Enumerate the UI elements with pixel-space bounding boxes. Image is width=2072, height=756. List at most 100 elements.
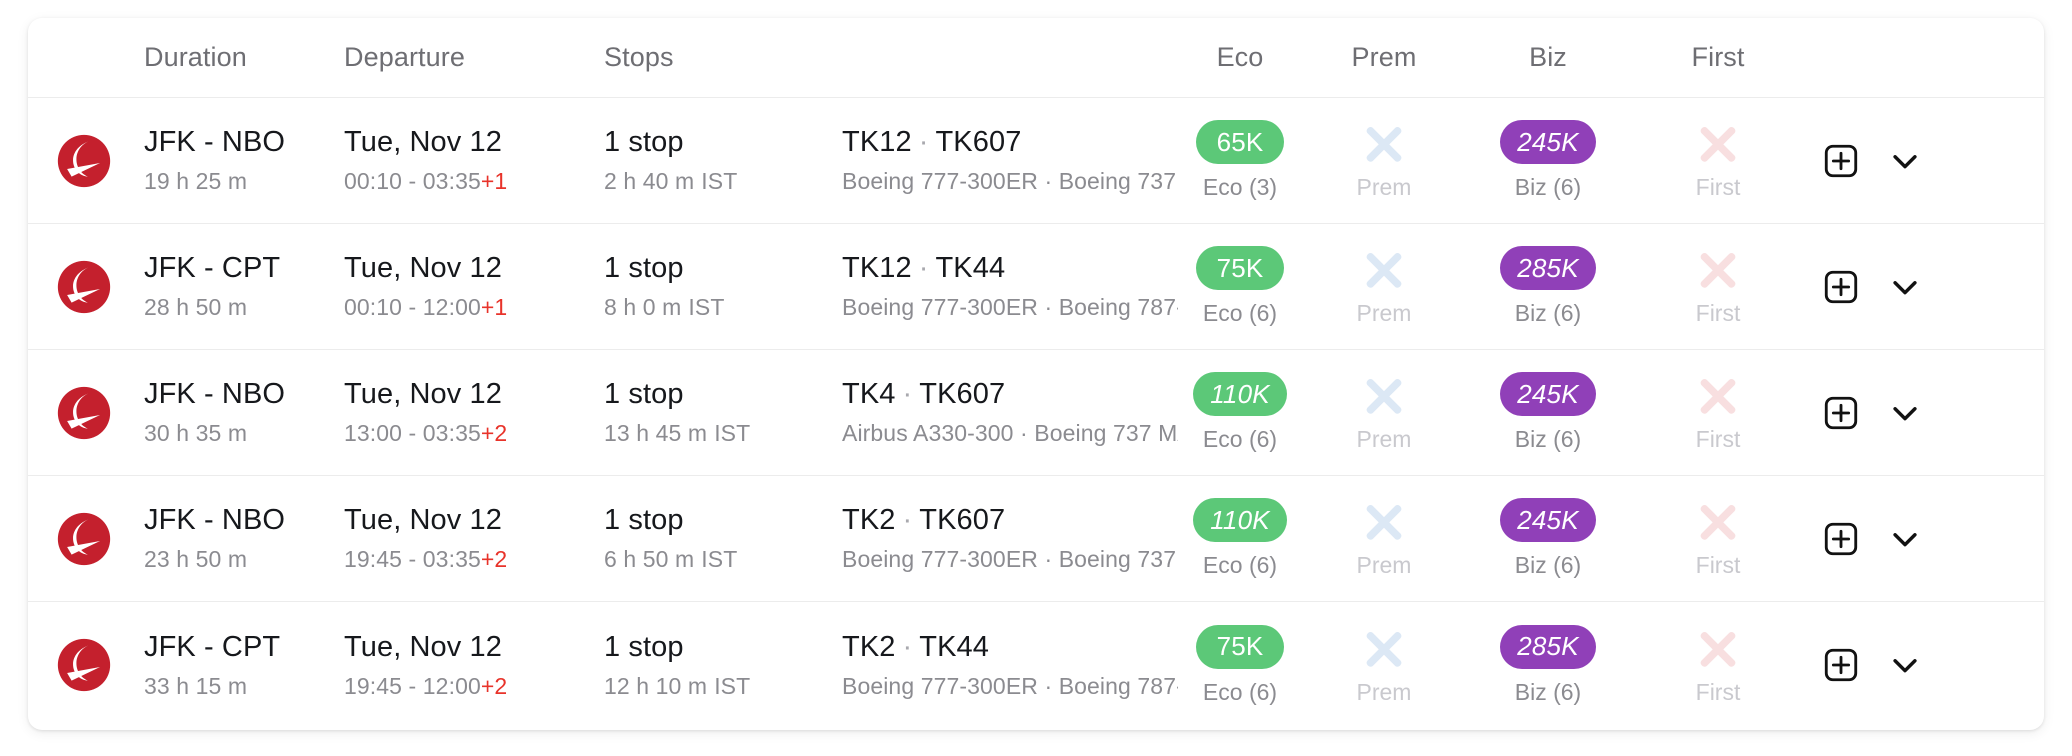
x-icon [1696,498,1740,542]
fare-eco-points: 65K [1196,120,1284,164]
layover-info: 13 h 45 m IST [604,420,751,446]
plus-square-icon [1824,396,1858,430]
header-biz[interactable]: Biz [1466,42,1630,73]
table-row[interactable]: JFK - NBO 30 h 35 m Tue, Nov 12 13:00 - … [28,350,2044,476]
fare-prem: Prem [1302,625,1466,706]
route: JFK - NBO [144,378,286,410]
departure-date: Tue, Nov 12 [344,630,502,663]
add-to-compare-button[interactable] [1824,144,1858,178]
dot-separator: · [902,630,913,663]
chevron-down-icon [1888,648,1922,682]
add-to-compare-button[interactable] [1824,648,1858,682]
header-prem[interactable]: Prem [1302,42,1466,73]
aircraft-types: Airbus A330-300 · Boeing 737 MAX [842,420,1178,446]
fare-biz[interactable]: 285K Biz (6) [1466,624,1630,706]
layover-airport: IST [714,420,751,446]
table-row[interactable]: JFK - CPT 33 h 15 m Tue, Nov 12 19:45 - … [28,602,2044,728]
fare-prem: Prem [1302,120,1466,201]
x-icon [1362,372,1406,416]
turkish-airlines-logo [57,134,111,188]
x-icon [1362,498,1406,542]
dot-separator: · [902,378,913,410]
header-duration[interactable]: Duration [144,42,344,73]
layover-airport: IST [714,672,751,699]
airline-logo-cell [28,134,144,188]
row-actions [1806,396,2044,430]
flight-number: TK4 [842,378,896,410]
fare-eco[interactable]: 65K Eco (3) [1178,120,1302,201]
expand-row-button[interactable] [1888,270,1922,304]
header-eco[interactable]: Eco [1178,42,1302,73]
fare-biz[interactable]: 245K Biz (6) [1466,498,1630,579]
row-actions [1806,144,2044,178]
fare-eco[interactable]: 75K Eco (6) [1178,246,1302,327]
fare-eco-label: Eco (6) [1202,552,1278,578]
fare-prem-label: Prem [1356,426,1412,452]
stops-cell: 1 stop 13 h 45 m IST [604,378,842,447]
x-icon [1696,246,1740,290]
fare-biz[interactable]: 285K Biz (6) [1466,246,1630,327]
flight-results-card: Duration Departure Stops Eco Prem Biz Fi… [28,18,2044,730]
flight-numbers-cell: TK4 · TK607 Airbus A330-300 · Boeing 737 M… [842,378,1178,447]
fare-eco-label: Eco (6) [1202,426,1278,452]
table-row[interactable]: JFK - NBO 23 h 50 m Tue, Nov 12 19:45 - … [28,476,2044,602]
fare-first-label: First [1695,426,1741,452]
chevron-down-icon [1888,270,1922,304]
route: JFK - CPT [144,252,281,284]
stops-cell: 1 stop 2 h 40 m IST [604,126,842,195]
flight-number: TK607 [919,378,1006,410]
flight-number: TK607 [935,126,1022,158]
fare-eco-label: Eco (6) [1202,678,1278,705]
expand-row-button[interactable] [1888,648,1922,682]
fare-biz-points: 245K [1500,120,1596,164]
x-icon [1696,120,1740,164]
layover-airport: IST [701,168,738,194]
total-duration: 30 h 35 m [144,420,248,446]
flight-number: TK2 [842,630,896,663]
route: JFK - CPT [144,630,281,663]
expand-row-button[interactable] [1888,396,1922,430]
add-to-compare-button[interactable] [1824,396,1858,430]
turkish-airlines-logo [57,260,111,314]
fare-eco[interactable]: 110K Eco (6) [1178,498,1302,579]
expand-row-button[interactable] [1888,144,1922,178]
flight-number: TK2 [842,504,896,536]
fare-first: First [1630,625,1806,706]
table-row[interactable]: JFK - NBO 19 h 25 m Tue, Nov 12 00:10 - … [28,98,2044,224]
fare-prem: Prem [1302,372,1466,453]
fare-eco-label: Eco (6) [1202,300,1278,326]
flight-numbers-cell: TK12 · TK607 Boeing 777-300ER · Boeing 737… [842,126,1178,195]
header-stops[interactable]: Stops [604,42,842,73]
turkish-airlines-logo [57,638,111,692]
airline-logo-cell [28,260,144,314]
x-icon [1362,120,1406,164]
flight-numbers-cell: TK2 · TK607 Boeing 777-300ER · Boeing 737 … [842,504,1178,573]
expand-row-button[interactable] [1888,522,1922,556]
plus-square-icon [1824,648,1858,682]
fare-eco[interactable]: 75K Eco (6) [1178,624,1302,706]
flight-number: TK12 [842,252,912,284]
fare-biz-label: Biz (6) [1514,174,1582,200]
dot-separator: · [918,252,929,284]
table-header: Duration Departure Stops Eco Prem Biz Fi… [28,18,2044,98]
fare-biz[interactable]: 245K Biz (6) [1466,120,1630,201]
fare-eco[interactable]: 110K Eco (6) [1178,372,1302,453]
departure-cell: Tue, Nov 12 00:10 - 12:00+1 [344,252,604,321]
add-to-compare-button[interactable] [1824,270,1858,304]
header-departure[interactable]: Departure [344,42,604,73]
table-row[interactable]: JFK - CPT 28 h 50 m Tue, Nov 12 00:10 - … [28,224,2044,350]
x-icon [1696,625,1740,669]
header-first[interactable]: First [1630,42,1806,73]
fare-biz-label: Biz (6) [1514,552,1582,578]
flight-numbers-cell: TK2 · TK44 Boeing 777-300ER · Boeing 787-9 [842,631,1178,700]
departure-times: 13:00 - 03:35+2 [344,420,508,446]
flight-number: TK44 [919,630,989,663]
plus-square-icon [1824,270,1858,304]
add-to-compare-button[interactable] [1824,522,1858,556]
flight-numbers: TK4 · TK607 [842,378,1174,411]
departure-times: 00:10 - 03:35+1 [344,168,508,194]
departure-times: 19:45 - 03:35+2 [344,546,508,572]
fare-biz[interactable]: 245K Biz (6) [1466,372,1630,453]
row-actions [1806,270,2044,304]
turkish-airlines-logo [57,512,111,566]
